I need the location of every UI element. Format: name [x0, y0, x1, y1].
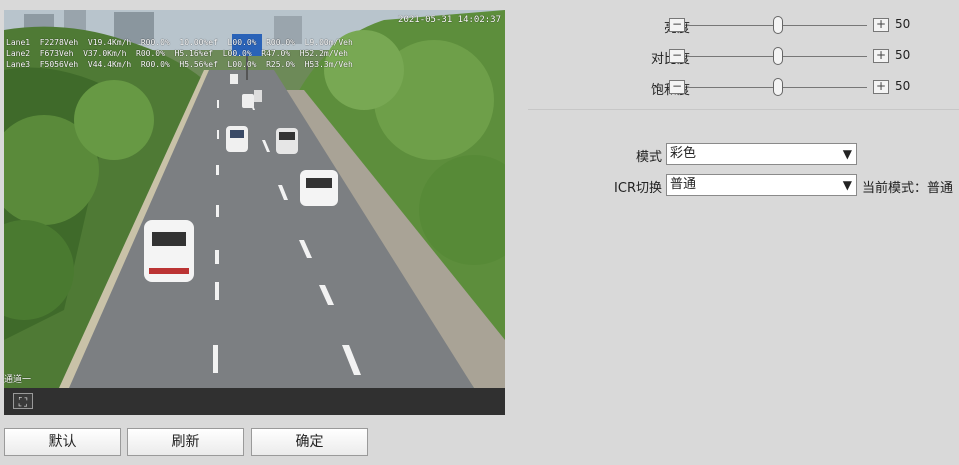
confirm-button[interactable]: 确定	[251, 428, 368, 456]
mode-select[interactable]: 彩色 ▼	[666, 143, 857, 165]
video-toolbar: ⛶	[4, 388, 505, 415]
osd-lane-1: Lane1 F2278Veh V19.4Km/h R00.0% 10.00%ef…	[6, 38, 353, 47]
default-button[interactable]: 默认	[4, 428, 121, 456]
osd-lane-3: Lane3 F5056Veh V44.4Km/h R00.0% H5.56%ef…	[6, 60, 353, 69]
refresh-button[interactable]: 刷新	[127, 428, 244, 456]
saturation-increase-button[interactable]: +	[873, 80, 889, 94]
osd-timestamp: 2021-05-31 14:02:37	[398, 15, 501, 25]
icr-select[interactable]: 普通 ▼	[666, 174, 857, 196]
image-settings-panel: 亮度 − + 50 对比度 − + 50 饱和度 − + 50 模式 彩色 ▼ …	[528, 0, 959, 465]
contrast-slider-row: 对比度 − + 50	[528, 46, 959, 67]
icr-select-value: 普通	[670, 177, 697, 192]
contrast-value: 50	[895, 48, 911, 62]
saturation-slider-thumb[interactable]	[773, 78, 783, 96]
brightness-slider-thumb[interactable]	[773, 16, 783, 34]
brightness-increase-button[interactable]: +	[873, 18, 889, 32]
brightness-slider-row: 亮度 − + 50	[528, 15, 959, 36]
contrast-decrease-button[interactable]: −	[669, 49, 685, 63]
contrast-slider-thumb[interactable]	[773, 47, 783, 65]
osd-lane-stats: Lane1 F2278Veh V19.4Km/h R00.0% 10.00%ef…	[6, 37, 353, 70]
saturation-slider-row: 饱和度 − + 50	[528, 77, 959, 98]
saturation-value: 50	[895, 79, 911, 93]
chevron-down-icon: ▼	[842, 147, 852, 161]
saturation-decrease-button[interactable]: −	[669, 80, 685, 94]
section-divider	[528, 109, 959, 110]
contrast-increase-button[interactable]: +	[873, 49, 889, 63]
video-preview[interactable]: 2021-05-31 14:02:37 Lane1 F2278Veh V19.4…	[4, 10, 505, 388]
brightness-decrease-button[interactable]: −	[669, 18, 685, 32]
brightness-value: 50	[895, 17, 911, 31]
osd-channel-label: 通道一	[4, 375, 32, 385]
mode-label: 模式	[635, 150, 662, 165]
icr-current-mode: 当前模式：普通	[862, 181, 954, 196]
icr-label: ICR切换	[614, 181, 662, 196]
mode-select-value: 彩色	[670, 146, 697, 161]
chevron-down-icon: ▼	[842, 178, 852, 192]
osd-lane-2: Lane2 F673Veh V37.0Km/h R00.0% H5.16%ef …	[6, 49, 348, 58]
fullscreen-icon[interactable]: ⛶	[13, 393, 33, 409]
